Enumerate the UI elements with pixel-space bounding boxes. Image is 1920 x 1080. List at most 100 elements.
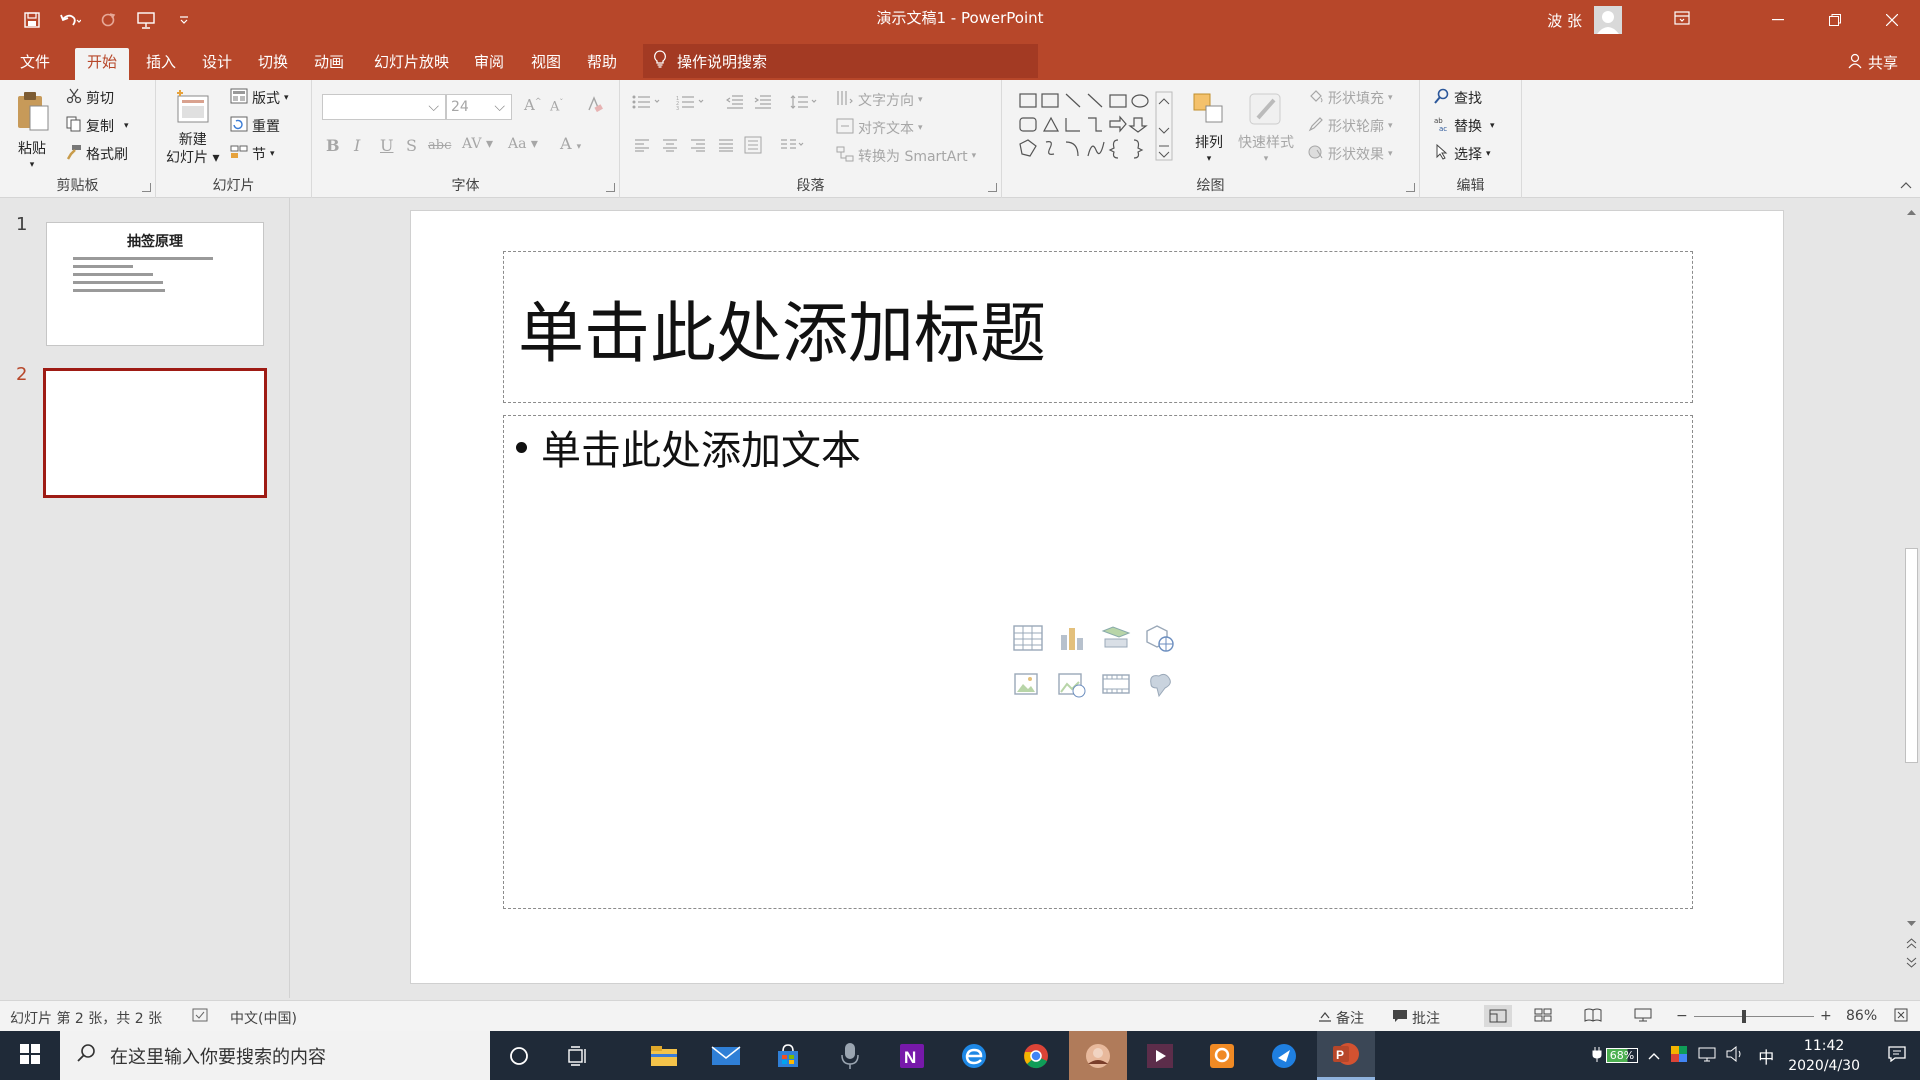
clipboard-launcher-icon[interactable] (142, 183, 151, 192)
zoom-slider-thumb[interactable] (1742, 1010, 1746, 1023)
change-case-icon[interactable]: Aa ▾ (508, 136, 538, 152)
grow-font-icon[interactable]: A^ (524, 96, 542, 114)
network-icon[interactable] (1698, 1046, 1716, 1066)
bold-icon[interactable]: B (326, 136, 340, 155)
slide-thumbnail-2[interactable] (43, 368, 267, 498)
close-icon[interactable] (1863, 0, 1920, 40)
line-spacing-icon[interactable] (790, 94, 818, 110)
volume-icon[interactable] (1726, 1045, 1744, 1066)
voice-recorder-icon[interactable] (821, 1031, 879, 1080)
scroll-up-icon[interactable] (1906, 204, 1917, 220)
shrink-font-icon[interactable]: Aˇ (550, 98, 563, 114)
show-hidden-icons[interactable] (1648, 1048, 1660, 1064)
store-icon[interactable] (759, 1031, 817, 1080)
arrange-button[interactable]: 排列 ▾ (1192, 92, 1226, 164)
avatar[interactable] (1594, 6, 1622, 34)
tell-me-search[interactable]: 操作说明搜索 (643, 44, 1038, 78)
tab-home[interactable]: 开始 (75, 48, 130, 80)
paste-button[interactable]: 粘贴 ▾ (14, 90, 50, 170)
insert-chart-icon[interactable] (1056, 622, 1088, 654)
start-button[interactable] (0, 1031, 60, 1080)
increase-indent-icon[interactable] (754, 94, 772, 110)
insert-icon-icon[interactable] (1144, 668, 1176, 700)
insert-video-icon[interactable] (1100, 668, 1132, 700)
section-button[interactable]: 节 ▾ (230, 144, 275, 164)
tab-animations[interactable]: 动画 (302, 48, 356, 80)
fit-to-window-icon[interactable] (1894, 1008, 1908, 1022)
shape-effects-button[interactable]: 形状效果 ▾ (1308, 144, 1393, 164)
edge-icon[interactable] (945, 1031, 1003, 1080)
feishu-icon[interactable] (1255, 1031, 1313, 1080)
font-name-combo[interactable]: ⌵ (322, 94, 446, 120)
reset-button[interactable]: 重置 (230, 116, 280, 136)
drawing-launcher-icon[interactable] (1406, 183, 1415, 192)
find-button[interactable]: 查找 (1434, 88, 1482, 108)
new-slide-button[interactable]: 新建 幻灯片 ▾ (166, 88, 219, 167)
shape-outline-button[interactable]: 形状轮廓 ▾ (1308, 116, 1393, 136)
language-indicator[interactable]: 中文(中国) (230, 1008, 297, 1028)
title-placeholder[interactable]: 单击此处添加标题 (503, 251, 1693, 403)
spell-check-icon[interactable] (192, 1008, 208, 1022)
quick-styles-button[interactable]: 快速样式 ▾ (1238, 92, 1294, 164)
distributed-icon[interactable] (744, 136, 762, 154)
notification-icon[interactable] (1888, 1045, 1906, 1066)
task-view-icon[interactable] (550, 1031, 608, 1080)
user-name[interactable]: 波 张 (1547, 10, 1582, 31)
columns-icon[interactable] (780, 138, 806, 152)
insert-table-icon[interactable] (1012, 622, 1044, 654)
insert-3d-model-icon[interactable] (1144, 622, 1176, 654)
comments-button[interactable]: 批注 (1392, 1008, 1440, 1028)
mail-icon[interactable] (697, 1031, 755, 1080)
insert-online-picture-icon[interactable] (1056, 668, 1088, 700)
collapse-ribbon-icon[interactable] (1900, 177, 1912, 193)
text-shadow-icon[interactable]: S (406, 136, 417, 155)
shape-fill-button[interactable]: 形状填充 ▾ (1308, 88, 1393, 108)
tab-transitions[interactable]: 切换 (246, 48, 300, 80)
italic-icon[interactable]: I (354, 136, 360, 155)
previous-slide-icon[interactable] (1906, 938, 1917, 954)
tab-help[interactable]: 帮助 (575, 48, 629, 80)
vertical-scrollbar[interactable] (1903, 198, 1920, 998)
zoom-slider[interactable] (1694, 1010, 1814, 1023)
justify-icon[interactable] (718, 138, 734, 152)
zoom-in-icon[interactable]: + (1820, 1008, 1832, 1024)
minimize-icon[interactable] (1749, 0, 1806, 40)
wechat-tray-icon[interactable] (1670, 1045, 1688, 1067)
photo-app-icon[interactable] (1069, 1031, 1127, 1080)
clear-formatting-icon[interactable] (586, 96, 604, 118)
paragraph-launcher-icon[interactable] (988, 183, 997, 192)
tab-slideshow[interactable]: 幻灯片放映 (362, 48, 461, 80)
chrome-icon[interactable] (1007, 1031, 1065, 1080)
taskbar-search-box[interactable]: 在这里输入你要搜索的内容 (60, 1031, 490, 1080)
shapes-gallery[interactable] (1016, 90, 1184, 162)
notes-button[interactable]: 备注 (1318, 1008, 1364, 1028)
underline-icon[interactable]: U (380, 136, 393, 155)
normal-view-icon[interactable] (1484, 1005, 1512, 1027)
video-player-icon[interactable] (1131, 1031, 1189, 1080)
tab-review[interactable]: 审阅 (462, 48, 516, 80)
tab-view[interactable]: 视图 (519, 48, 573, 80)
text-direction-button[interactable]: 文字方向 ▾ (836, 90, 923, 110)
insert-picture-icon[interactable] (1012, 668, 1044, 700)
slide-thumbnail-1[interactable]: 抽签原理 (46, 222, 264, 346)
format-painter-button[interactable]: 格式刷 (66, 144, 128, 164)
ribbon-display-options-icon[interactable] (1674, 11, 1690, 29)
select-button[interactable]: 选择 ▾ (1434, 143, 1491, 164)
slide-sorter-icon[interactable] (1534, 1008, 1552, 1022)
font-launcher-icon[interactable] (606, 183, 615, 192)
tab-insert[interactable]: 插入 (134, 48, 188, 80)
cut-button[interactable]: 剪切 (66, 88, 114, 108)
reading-view-icon[interactable] (1584, 1008, 1602, 1022)
clock[interactable]: 11:42 2020/4/30 (1788, 1036, 1860, 1076)
strikethrough-icon[interactable]: abc (428, 138, 451, 153)
cortana-icon[interactable] (490, 1031, 548, 1080)
restore-icon[interactable] (1806, 0, 1863, 40)
powerpoint-taskbar-icon[interactable]: P (1317, 1031, 1375, 1080)
onenote-icon[interactable]: N (883, 1031, 941, 1080)
align-center-icon[interactable] (662, 138, 678, 152)
content-placeholder[interactable]: 单击此处添加文本 (503, 415, 1693, 909)
zoom-level[interactable]: 86% (1846, 1008, 1877, 1024)
copy-button[interactable]: 复制 ▾ (66, 116, 129, 136)
next-slide-icon[interactable] (1906, 956, 1917, 972)
convert-smartart-button[interactable]: 转换为 SmartArt ▾ (836, 146, 976, 166)
